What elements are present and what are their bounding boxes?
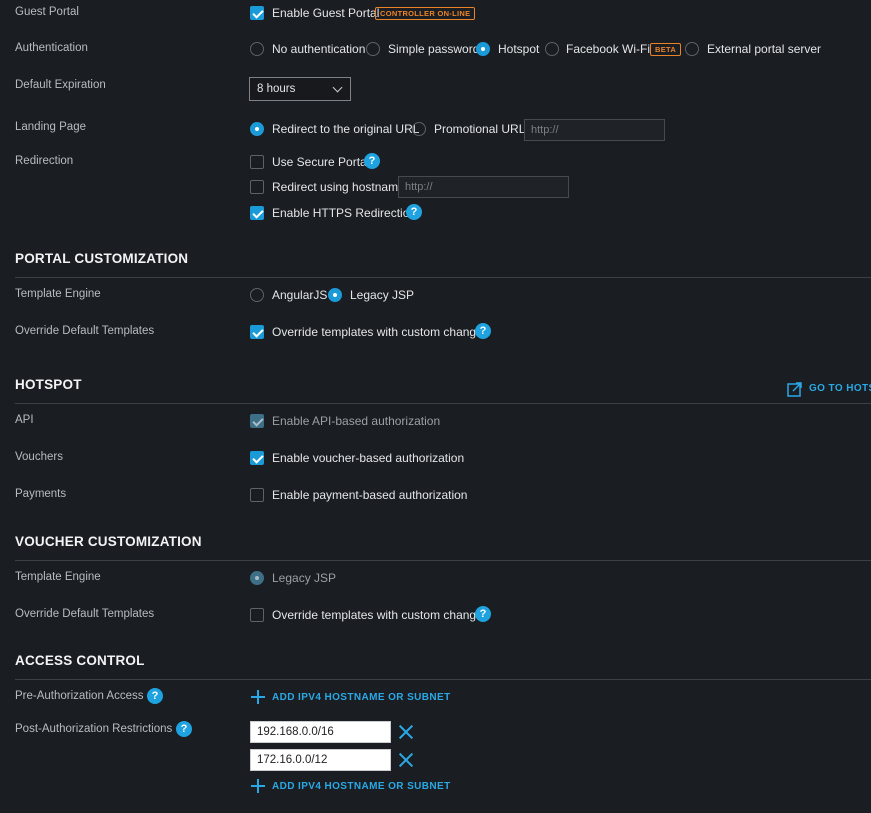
auth-radio-no-authentication[interactable] xyxy=(250,42,264,56)
portal-override-text[interactable]: Override templates with custom changes xyxy=(272,325,489,339)
post-auth-restrictions-label: Post-Authorization Restrictions xyxy=(15,723,173,735)
section-divider xyxy=(15,403,871,404)
help-icon-pre-auth[interactable]: ? xyxy=(147,688,163,704)
portal-engine-radio-angularjs[interactable] xyxy=(250,288,264,302)
auth-option-no-authentication[interactable]: No authentication xyxy=(272,42,365,56)
go-to-hotspot-link[interactable]: GO TO HOTS xyxy=(787,381,871,397)
default-expiration-value: 8 hours xyxy=(257,83,296,95)
api-label: API xyxy=(15,414,34,426)
help-icon-https-redirection[interactable]: ? xyxy=(406,204,422,220)
add-icon xyxy=(251,690,265,704)
default-expiration-select[interactable]: 8 hours xyxy=(249,77,351,101)
authentication-label: Authentication xyxy=(15,42,88,54)
voucher-override-checkbox[interactable] xyxy=(250,608,264,622)
auth-radio-external-portal[interactable] xyxy=(685,42,699,56)
landing-radio-promotional-url[interactable] xyxy=(412,122,426,136)
help-icon-post-auth[interactable]: ? xyxy=(176,721,192,737)
portal-customization-title: PORTAL CUSTOMIZATION xyxy=(15,251,189,266)
portal-engine-option-angularjs[interactable]: AngularJS xyxy=(272,288,327,302)
auth-radio-facebook-wifi[interactable] xyxy=(545,42,559,56)
payment-auth-text[interactable]: Enable payment-based authorization xyxy=(272,488,467,502)
payments-label: Payments xyxy=(15,488,67,500)
voucher-auth-text[interactable]: Enable voucher-based authorization xyxy=(272,451,464,465)
https-redirection-label[interactable]: Enable HTTPS Redirection xyxy=(272,206,416,220)
voucher-override-text[interactable]: Override templates with custom changes xyxy=(272,608,489,622)
guest-portal-label: Guest Portal xyxy=(15,6,79,18)
help-icon-voucher-override[interactable]: ? xyxy=(475,606,491,622)
auth-option-hotspot[interactable]: Hotspot xyxy=(498,42,539,56)
redirect-hostname-label[interactable]: Redirect using hostname xyxy=(272,180,405,194)
redirect-hostname-checkbox[interactable] xyxy=(250,180,264,194)
add-pre-auth-hostname-link[interactable]: ADD IPV4 HOSTNAME OR SUBNET xyxy=(272,692,451,703)
beta-badge: BETA xyxy=(650,43,682,56)
controller-online-badge: CONTROLLER ON-LINE xyxy=(375,7,476,20)
chevron-down-icon xyxy=(332,82,343,93)
redirect-hostname-input[interactable]: http:// xyxy=(398,176,569,198)
use-secure-portal-checkbox[interactable] xyxy=(250,155,264,169)
payment-auth-checkbox[interactable] xyxy=(250,488,264,502)
landing-radio-redirect-original[interactable] xyxy=(250,122,264,136)
auth-option-facebook-wifi[interactable]: Facebook Wi-Fi xyxy=(566,42,650,56)
section-divider xyxy=(15,560,871,561)
post-auth-entry-input[interactable]: 172.16.0.0/12 xyxy=(250,749,391,771)
voucher-customization-title: VOUCHER CUSTOMIZATION xyxy=(15,534,202,549)
remove-entry-icon[interactable] xyxy=(398,724,414,740)
help-icon-secure-portal[interactable]: ? xyxy=(364,153,380,169)
voucher-auth-checkbox[interactable] xyxy=(250,451,264,465)
auth-radio-hotspot[interactable] xyxy=(476,42,490,56)
portal-override-checkbox[interactable] xyxy=(250,325,264,339)
portal-template-engine-label: Template Engine xyxy=(15,288,101,300)
https-redirection-checkbox[interactable] xyxy=(250,206,264,220)
promotional-url-input[interactable]: http:// xyxy=(524,119,665,141)
portal-engine-radio-legacy-jsp[interactable] xyxy=(328,288,342,302)
voucher-engine-option-legacy-jsp[interactable]: Legacy JSP xyxy=(272,571,336,585)
enable-guest-portal-label[interactable]: Enable Guest Portal xyxy=(272,6,379,20)
voucher-template-engine-label: Template Engine xyxy=(15,571,101,583)
api-auth-checkbox[interactable] xyxy=(250,414,264,428)
post-auth-entry-input[interactable]: 192.168.0.0/16 xyxy=(250,721,391,743)
landing-page-label: Landing Page xyxy=(15,121,86,133)
auth-option-simple-password[interactable]: Simple password xyxy=(388,42,479,56)
auth-option-external-portal[interactable]: External portal server xyxy=(707,42,821,56)
portal-engine-option-legacy-jsp[interactable]: Legacy JSP xyxy=(350,288,414,302)
api-auth-text[interactable]: Enable API-based authorization xyxy=(272,414,440,428)
section-divider xyxy=(15,679,871,680)
help-icon-portal-override[interactable]: ? xyxy=(475,323,491,339)
landing-option-promotional-url[interactable]: Promotional URL xyxy=(434,122,525,136)
pre-auth-access-label: Pre-Authorization Access xyxy=(15,690,144,702)
external-link-icon xyxy=(787,382,802,397)
add-post-auth-hostname-link[interactable]: ADD IPV4 HOSTNAME OR SUBNET xyxy=(272,781,451,792)
section-divider xyxy=(15,277,871,278)
remove-entry-icon[interactable] xyxy=(398,752,414,768)
default-expiration-label: Default Expiration xyxy=(15,79,106,91)
redirection-label: Redirection xyxy=(15,155,74,167)
voucher-engine-radio-legacy-jsp[interactable] xyxy=(250,571,264,585)
hotspot-title: HOTSPOT xyxy=(15,377,82,392)
landing-option-redirect-original[interactable]: Redirect to the original URL xyxy=(272,122,419,136)
portal-override-label: Override Default Templates xyxy=(15,325,155,337)
voucher-override-label: Override Default Templates xyxy=(15,608,155,620)
vouchers-label: Vouchers xyxy=(15,451,63,463)
auth-radio-simple-password[interactable] xyxy=(366,42,380,56)
go-to-hotspot-text[interactable]: GO TO HOTS xyxy=(809,383,871,394)
add-icon xyxy=(251,779,265,793)
access-control-title: ACCESS CONTROL xyxy=(15,653,145,668)
enable-guest-portal-checkbox[interactable] xyxy=(250,6,264,20)
use-secure-portal-label[interactable]: Use Secure Portal xyxy=(272,155,369,169)
